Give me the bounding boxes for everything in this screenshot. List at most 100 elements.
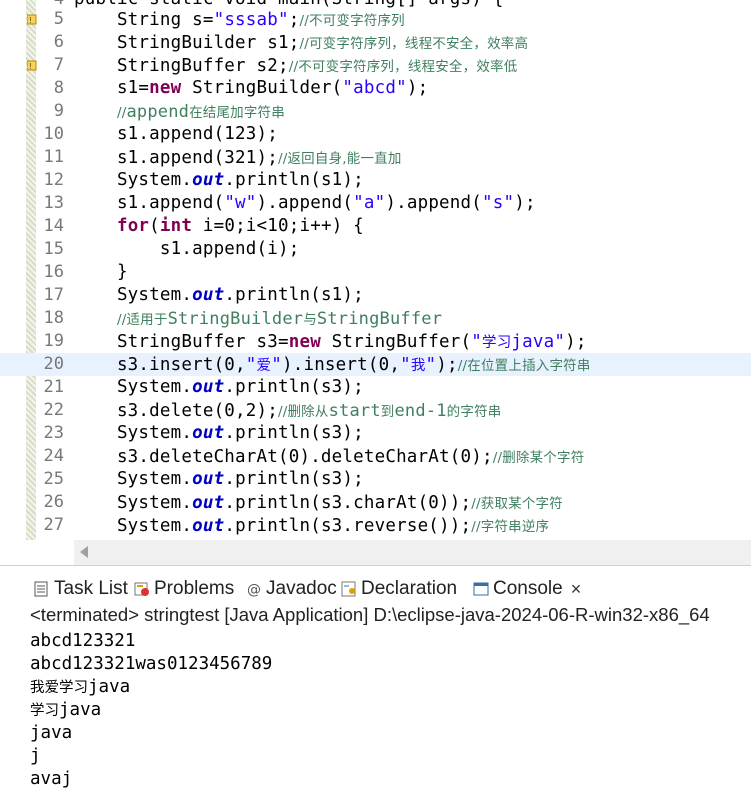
line-number: 10: [43, 124, 64, 144]
code-line[interactable]: 10 s1.append(123);: [0, 123, 751, 146]
code-text: System.out.println(s1);: [74, 170, 364, 190]
line-number: 14: [43, 216, 64, 236]
line-number: 21: [43, 377, 64, 397]
console-output-line: abcd123321was0123456789: [30, 654, 273, 674]
code-line[interactable]: 17 System.out.println(s1);: [0, 284, 751, 307]
code-text: s1.append("w").append("a").append("s");: [74, 193, 536, 213]
console-output-line: j: [30, 746, 41, 766]
line-number: 27: [43, 515, 64, 535]
code-line[interactable]: 8 s1=new StringBuilder("abcd");: [0, 77, 751, 100]
code-line[interactable]: 6 StringBuilder s1;//可变字符序列，线程不安全，效率高: [0, 31, 751, 54]
tab-declaration[interactable]: Declaration: [341, 576, 457, 602]
tab-task-list[interactable]: Task List: [34, 576, 128, 602]
code-line[interactable]: 27 System.out.println(s3.reverse());//字符…: [0, 514, 751, 537]
code-line-current[interactable]: 20 s3.insert(0,"爱").insert(0,"我");//在位置上…: [0, 353, 751, 376]
code-text: s1.append(123);: [74, 124, 278, 144]
horizontal-scrollbar[interactable]: [74, 540, 751, 565]
code-text: //append在结尾加字符串: [74, 101, 285, 122]
code-comment: //获取某个字符: [471, 496, 563, 512]
code-line[interactable]: ! 7 StringBuffer s2;//不可变字符序列，线程安全，效率低: [0, 54, 751, 77]
line-number: 13: [43, 193, 64, 213]
code-text: StringBuffer s3=new StringBuffer("学习java…: [74, 332, 587, 352]
line-number: 19: [43, 331, 64, 351]
code-comment: //返回自身,能一直加: [277, 151, 402, 167]
code-line[interactable]: 14 for(int i=0;i<10;i++) {: [0, 215, 751, 238]
code-line[interactable]: 13 s1.append("w").append("a").append("s"…: [0, 192, 751, 215]
code-comment: //append在结尾加字符串: [116, 102, 285, 122]
task-list-icon: [34, 581, 50, 597]
console-output-line: java: [30, 723, 73, 743]
code-comment: //字符串逆序: [471, 519, 550, 535]
problems-icon: [134, 581, 150, 597]
code-comment: //删除从start到end-1的字符串: [277, 401, 502, 421]
scroll-left-arrow-icon[interactable]: [80, 546, 88, 558]
code-text: }: [74, 262, 128, 282]
tab-console[interactable]: Console ×: [473, 576, 581, 602]
code-text: System.out.println(s3);: [74, 469, 364, 489]
tab-label: Console: [493, 578, 563, 599]
code-line[interactable]: 18 //适用于StringBuilder与StringBuffer: [0, 307, 751, 330]
code-line[interactable]: 12 System.out.println(s1);: [0, 169, 751, 192]
code-line[interactable]: 24 s3.deleteCharAt(0).deleteCharAt(0);//…: [0, 445, 751, 468]
line-number: 8: [53, 78, 64, 98]
code-text: s1.append(321);//返回自身,能一直加: [74, 148, 402, 168]
line-number: 5: [53, 9, 64, 29]
code-comment: //在位置上插入字符串: [457, 358, 591, 374]
code-line[interactable]: 19 StringBuffer s3=new StringBuffer("学习j…: [0, 330, 751, 353]
declaration-icon: [341, 581, 357, 597]
tab-label: Problems: [154, 578, 235, 599]
code-line[interactable]: 22 s3.delete(0,2);//删除从start到end-1的字符串: [0, 399, 751, 422]
code-text: s3.deleteCharAt(0).deleteCharAt(0);//删除某…: [74, 447, 585, 467]
tab-label: Task List: [54, 578, 128, 599]
console-output-line: abcd123321: [30, 631, 136, 651]
code-text: System.out.println(s3);: [74, 423, 364, 443]
console-output-line: avaj: [30, 769, 73, 789]
code-comment: //适用于StringBuilder与StringBuffer: [116, 309, 443, 329]
code-line[interactable]: 21 System.out.println(s3);: [0, 376, 751, 399]
code-text: s1.append(i);: [74, 239, 300, 259]
code-text: s1=new StringBuilder("abcd");: [74, 78, 429, 98]
line-number: 16: [43, 262, 64, 282]
line-number: 26: [43, 492, 64, 512]
code-line[interactable]: 25 System.out.println(s3);: [0, 468, 751, 491]
code-text: s3.delete(0,2);//删除从start到end-1的字符串: [74, 401, 502, 421]
svg-text:@: @: [247, 582, 260, 597]
code-text: System.out.println(s1);: [74, 285, 364, 305]
line-number: 20: [43, 354, 64, 374]
svg-text:!: !: [29, 16, 32, 25]
code-comment: //可变字符序列，线程不安全，效率高: [299, 36, 529, 52]
code-text: //适用于StringBuilder与StringBuffer: [74, 308, 442, 329]
svg-text:!: !: [29, 62, 32, 71]
code-text: StringBuilder s1;//可变字符序列，线程不安全，效率高: [74, 33, 529, 53]
line-number: 15: [43, 239, 64, 259]
console-output[interactable]: abcd123321 abcd123321was0123456789 我爱学习jav…: [30, 630, 272, 791]
line-number: 6: [53, 32, 64, 52]
code-line[interactable]: 15 s1.append(i);: [0, 238, 751, 261]
code-line[interactable]: ! 5 String s="sssab";//不可变字符序列: [0, 8, 751, 31]
code-line[interactable]: 23 System.out.println(s3);: [0, 422, 751, 445]
line-number: 18: [43, 308, 64, 328]
code-line[interactable]: 16 }: [0, 261, 751, 284]
close-icon[interactable]: ×: [571, 579, 582, 600]
code-text: for(int i=0;i<10;i++) {: [116, 216, 364, 236]
code-text: System.out.println(s3.charAt(0));//获取某个字…: [74, 493, 563, 513]
bottom-views-panel: Task List Problems @ Javadoc Declaration Cons…: [0, 565, 751, 800]
console-status-header: <terminated> stringtest [Java Applicatio…: [30, 604, 710, 625]
code-line[interactable]: 26 System.out.println(s3.charAt(0));//获取…: [0, 491, 751, 514]
console-output-line: 我爱学习java: [30, 677, 131, 697]
code-text: System.out.println(s3.reverse());//字符串逆序: [74, 516, 550, 536]
code-text: String s="sssab";//不可变字符序列: [74, 10, 405, 30]
code-editor[interactable]: 4 public static void main(String[] args)…: [0, 0, 751, 565]
javadoc-icon: @: [246, 581, 262, 598]
view-tabs: Task List Problems @ Javadoc Declaration Cons…: [0, 576, 751, 602]
code-line[interactable]: 11 s1.append(321);//返回自身,能一直加: [0, 146, 751, 169]
line-number: 17: [43, 285, 64, 305]
tab-javadoc[interactable]: @ Javadoc: [246, 576, 337, 602]
code-comment: //不可变字符序列，线程安全，效率低: [288, 59, 518, 75]
line-number: 23: [43, 423, 64, 443]
tab-problems[interactable]: Problems: [134, 576, 234, 602]
line-number: 11: [43, 147, 64, 167]
code-text: StringBuffer s2;//不可变字符序列，线程安全，效率低: [74, 56, 518, 76]
code-line[interactable]: 9 //append在结尾加字符串: [0, 100, 751, 123]
tab-label: Javadoc: [266, 578, 337, 599]
